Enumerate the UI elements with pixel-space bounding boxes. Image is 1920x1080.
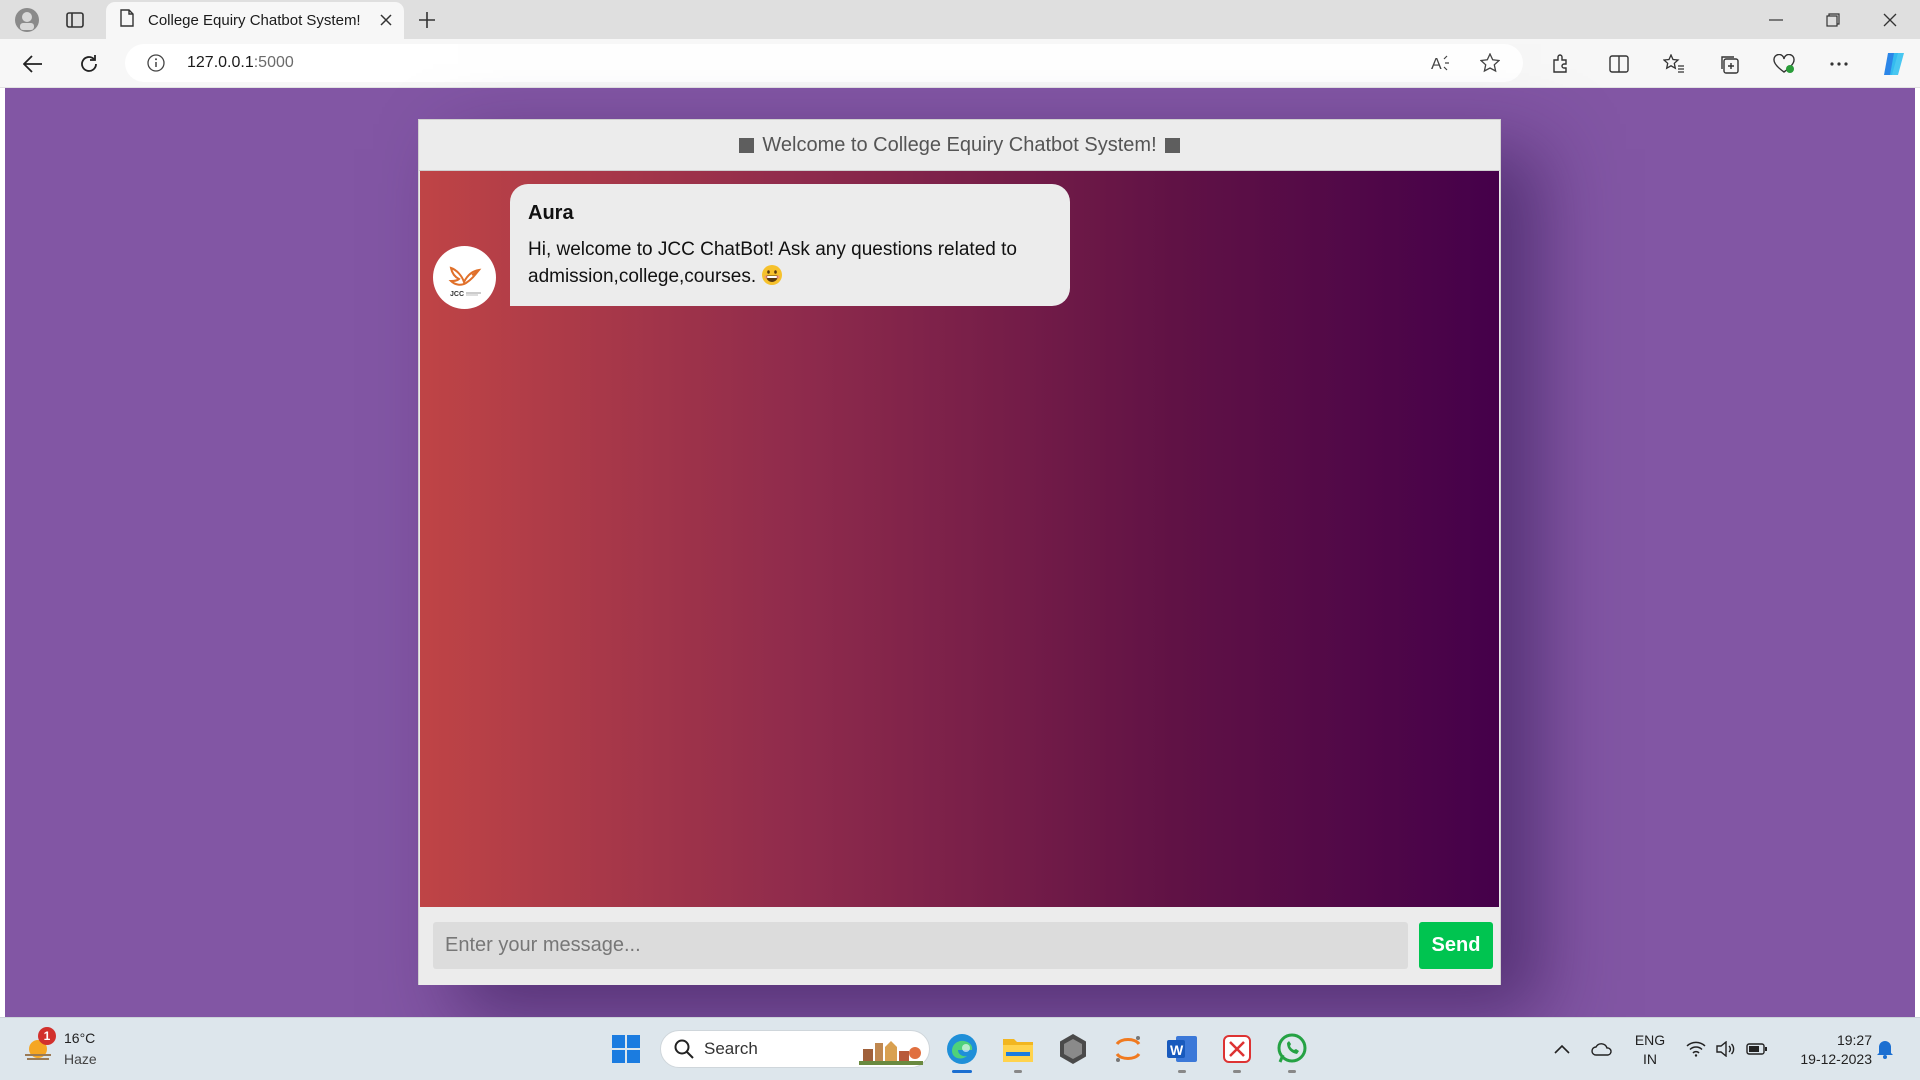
more-options-icon[interactable]	[1825, 51, 1853, 77]
snipping-running-indicator	[1233, 1070, 1241, 1073]
notification-bell-icon[interactable]	[1868, 1031, 1902, 1067]
tab-title: College Equiry Chatbot System!	[148, 12, 361, 29]
whatsapp-icon[interactable]	[1274, 1031, 1310, 1067]
back-arrow-icon[interactable]	[20, 51, 46, 77]
weather-notification-badge: 1	[38, 1027, 56, 1045]
favorites-icon[interactable]	[1660, 51, 1688, 77]
region-code: IN	[1643, 1051, 1657, 1067]
browser-toolbar: 127.0.0.1:5000 A	[0, 39, 1920, 88]
address-field[interactable]: 127.0.0.1:5000 A	[125, 44, 1523, 82]
read-aloud-icon[interactable]: A	[1431, 54, 1451, 77]
app-hexagon-icon[interactable]	[1055, 1031, 1091, 1067]
battery-icon[interactable]	[1740, 1031, 1774, 1067]
chat-messages-area[interactable]: JCC Aura Hi, welcome to JCC ChatBot! Ask…	[420, 171, 1499, 907]
search-label: Search	[704, 1039, 758, 1058]
clock-time: 19:27	[1836, 1032, 1872, 1048]
workspaces-icon[interactable]	[62, 8, 88, 32]
bot-message-bubble: Aura Hi, welcome to JCC ChatBot! Ask any…	[510, 184, 1070, 306]
refresh-icon[interactable]	[76, 51, 102, 77]
whatsapp-running-indicator	[1288, 1070, 1296, 1073]
clock[interactable]: 19:27 19-12-2023	[1782, 1032, 1872, 1067]
extensions-icon[interactable]	[1546, 51, 1574, 77]
search-highlight-icon	[859, 1035, 923, 1070]
split-screen-icon[interactable]	[1605, 51, 1633, 77]
file-explorer-icon[interactable]	[1000, 1031, 1036, 1067]
word-running-indicator	[1178, 1070, 1186, 1073]
favorite-star-icon[interactable]	[1479, 52, 1501, 78]
new-tab-icon[interactable]	[414, 8, 440, 32]
page-viewport: Welcome to College Equiry Chatbot System…	[5, 88, 1915, 1017]
close-window-icon[interactable]	[1878, 8, 1902, 32]
svg-text:W: W	[1170, 1042, 1184, 1058]
chat-input-area: Send	[419, 907, 1500, 985]
copilot-icon[interactable]	[1879, 49, 1909, 79]
search-icon	[674, 1039, 694, 1059]
edge-running-indicator	[952, 1070, 972, 1073]
weather-condition: Haze	[64, 1051, 97, 1067]
profile-avatar-icon[interactable]	[12, 6, 42, 34]
windows-taskbar: 1 16°C Haze Search W ENG IN 19:27 19-12-…	[0, 1017, 1920, 1080]
edge-browser-icon[interactable]	[944, 1031, 980, 1067]
browser-tab-bar: College Equiry Chatbot System!	[0, 0, 1920, 39]
url-text: 127.0.0.1:5000	[187, 54, 294, 71]
svg-text:A: A	[1431, 56, 1442, 72]
collections-icon[interactable]	[1715, 51, 1743, 77]
message-input[interactable]	[433, 922, 1408, 969]
restore-icon[interactable]	[1821, 8, 1845, 32]
onedrive-cloud-icon[interactable]	[1584, 1031, 1620, 1067]
language-code: ENG	[1634, 1032, 1666, 1048]
start-windows-icon[interactable]	[608, 1031, 644, 1067]
minimize-icon[interactable]	[1764, 8, 1788, 32]
close-tab-icon[interactable]	[376, 10, 396, 30]
chat-title: Welcome to College Equiry Chatbot System…	[762, 133, 1157, 156]
taskbar-search[interactable]: Search	[660, 1030, 930, 1068]
grinning-face-emoji-icon	[762, 265, 783, 285]
weather-temperature: 16°C	[64, 1030, 96, 1046]
header-square-icon	[739, 137, 755, 153]
jcc-dove-logo-icon: JCC	[448, 266, 481, 298]
wifi-icon[interactable]	[1680, 1031, 1712, 1067]
message-text-container: Hi, welcome to JCC ChatBot! Ask any ques…	[528, 236, 1052, 290]
page-icon	[120, 9, 134, 32]
clock-date: 19-12-2023	[1800, 1051, 1872, 1067]
volume-icon[interactable]	[1710, 1031, 1742, 1067]
language-indicator[interactable]: ENG IN	[1630, 1032, 1670, 1067]
header-square-icon	[1164, 137, 1180, 153]
chat-header: Welcome to College Equiry Chatbot System…	[419, 120, 1500, 171]
chat-window: Welcome to College Equiry Chatbot System…	[418, 119, 1501, 985]
chevron-up-icon[interactable]	[1544, 1031, 1580, 1067]
svg-text:JCC: JCC	[450, 291, 464, 298]
site-info-icon[interactable]	[147, 54, 165, 77]
active-tab[interactable]: College Equiry Chatbot System!	[106, 2, 404, 39]
browser-essentials-icon[interactable]	[1770, 51, 1798, 77]
jupyter-icon[interactable]	[1110, 1031, 1146, 1067]
explorer-running-indicator	[1014, 1070, 1022, 1073]
bot-avatar: JCC	[433, 246, 496, 309]
message-sender: Aura	[528, 202, 574, 224]
send-button[interactable]: Send	[1419, 922, 1493, 969]
word-icon[interactable]: W	[1164, 1031, 1200, 1067]
snipping-tool-icon[interactable]	[1219, 1031, 1255, 1067]
